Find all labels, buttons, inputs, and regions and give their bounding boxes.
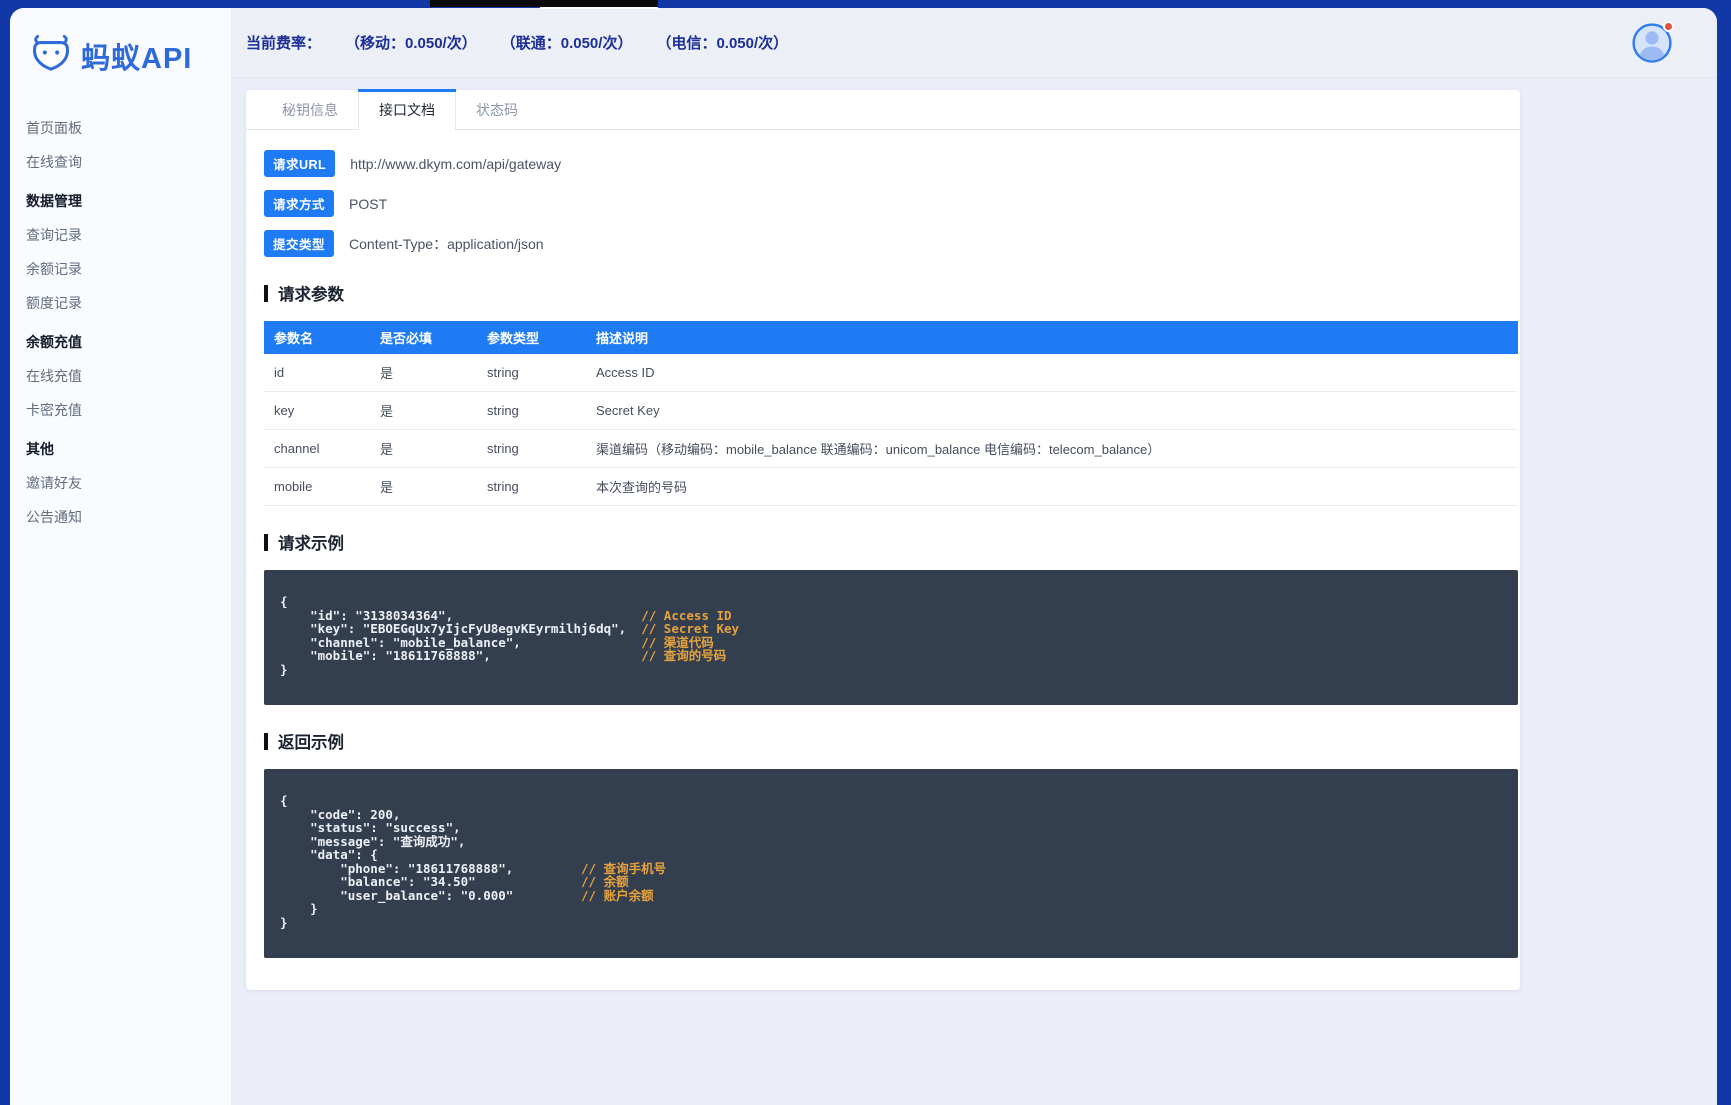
- params-table: 参数名 是否必填 参数类型 描述说明 id 是 string Access ID key 是 st…: [264, 321, 1518, 506]
- tab-status-codes[interactable]: 状态码: [456, 90, 538, 130]
- sidebar-section-6: 余额充值: [26, 334, 82, 350]
- table-cell: 是: [370, 429, 477, 468]
- browser-artifact-line: [540, 7, 658, 9]
- browser-artifact-bar: [430, 0, 658, 7]
- request-info-list: 请求URL http://www.dkym.com/api/gateway 请求方式…: [264, 150, 1518, 257]
- request-info-row-0: 请求URL http://www.dkym.com/api/gateway: [264, 150, 1518, 177]
- table-row: key 是 string Secret Key: [264, 391, 1518, 430]
- params-table-header-row: 参数名 是否必填 参数类型 描述说明: [264, 321, 1518, 354]
- section-title-response-example: 返回示例: [264, 729, 1518, 753]
- section-marker: [264, 533, 268, 551]
- request-info-value: http://www.dkym.com/api/gateway: [350, 155, 562, 172]
- tab-api-docs[interactable]: 接口文档: [358, 89, 456, 130]
- sidebar-item-10[interactable]: 邀请好友: [26, 466, 231, 500]
- code-line: "code": 200,: [280, 806, 401, 822]
- sidebar-item-3[interactable]: 查询记录: [26, 218, 231, 252]
- code-line: "phone": "18611768888", // 查询手机号: [280, 860, 667, 876]
- table-cell: 是: [370, 354, 477, 392]
- table-cell: id: [264, 354, 370, 392]
- code-line: "data": {: [280, 847, 378, 862]
- sidebar-item-5[interactable]: 额度记录: [26, 286, 231, 320]
- sidebar-menu: 首页面板 在线查询数据管理查询记录 余额记录 额度记录余额充值在线充值 卡密充值其他邀请…: [10, 111, 231, 534]
- table-cell: mobile: [264, 467, 370, 506]
- rate-label: 当前费率：: [246, 35, 322, 52]
- table-header-cell: 描述说明: [586, 321, 1518, 354]
- tab-key-info[interactable]: 秘钥信息: [262, 90, 358, 130]
- table-cell: key: [264, 391, 370, 430]
- table-row: id 是 string Access ID: [264, 354, 1518, 392]
- request-info-value: POST: [349, 195, 388, 212]
- rate-bar: 当前费率： （移动：0.050/次） （联通：0.050/次） （电信：0.050/…: [246, 32, 788, 53]
- sidebar-section-2: 数据管理: [26, 193, 82, 209]
- user-icon: [1632, 22, 1672, 67]
- code-comment: // 账户余额: [581, 887, 654, 903]
- rate-item-0: （移动：0.050/次）: [345, 35, 477, 52]
- table-cell: channel: [264, 429, 370, 468]
- sidebar-item-11[interactable]: 公告通知: [26, 500, 231, 534]
- table-cell: string: [477, 467, 586, 506]
- section-title-request-params: 请求参数: [264, 281, 1518, 305]
- section-marker: [264, 284, 268, 302]
- table-cell: 渠道编码（移动编码：mobile_balance 联通编码：unicom_bal…: [586, 429, 1518, 468]
- request-info-badge: 提交类型: [264, 230, 335, 257]
- request-info-row-2: 提交类型 Content-Type：application/json: [264, 230, 1518, 257]
- request-info-row-1: 请求方式 POST: [264, 190, 1518, 217]
- logo: 蚂蚁API: [10, 8, 231, 77]
- table-cell: Secret Key: [586, 391, 1518, 430]
- code-line: "user_balance": "0.000" // 账户余额: [280, 887, 654, 903]
- sidebar: 蚂蚁API 首页面板 在线查询数据管理查询记录 余额记录 额度记录余额充值在线充值 卡密…: [10, 8, 232, 1105]
- code-line: "mobile": "18611768888", // 查询的号码: [280, 648, 727, 663]
- code-comment: // 查询的号码: [641, 648, 727, 663]
- ant-logo-icon: [28, 34, 74, 77]
- code-line: "key": "EBOEGqUx7yIjcFyU8egvKEyrmilhj6dq…: [280, 621, 740, 636]
- code-line: "channel": "mobile_balance", // 渠道代码: [280, 634, 714, 650]
- main-area: 当前费率： （移动：0.050/次） （联通：0.050/次） （电信：0.050/…: [232, 8, 1717, 1105]
- request-info-badge: 请求方式: [264, 190, 335, 217]
- table-header-cell: 参数名: [264, 321, 370, 354]
- tab-header: 秘钥信息 接口文档 状态码: [246, 89, 1520, 130]
- code-line: {: [280, 594, 288, 609]
- code-line: "id": "3138034364", // Access ID: [280, 607, 732, 623]
- table-row: channel 是 string 渠道编码（移动编码：mobile_balance 联…: [264, 429, 1518, 468]
- topbar: 当前费率： （移动：0.050/次） （联通：0.050/次） （电信：0.050/…: [232, 8, 1717, 78]
- sidebar-item-0[interactable]: 首页面板: [26, 111, 231, 145]
- rate-item-1: （联通：0.050/次）: [500, 35, 633, 52]
- code-line: "message": "查询成功",: [280, 833, 466, 849]
- table-cell: string: [477, 391, 586, 430]
- table-cell: 本次查询的号码: [586, 467, 1518, 506]
- rate-item-2: （电信：0.050/次）: [656, 35, 789, 52]
- request-example-code: { "id": "3138034364", // Access ID "key"…: [264, 570, 1518, 705]
- table-cell: string: [477, 354, 586, 392]
- request-info-value: Content-Type：application/json: [349, 235, 544, 252]
- api-doc-card: 秘钥信息 接口文档 状态码 请求URL http://www.dkym.com/api…: [246, 89, 1520, 990]
- table-cell: string: [477, 429, 586, 468]
- sidebar-item-7[interactable]: 在线充值: [26, 359, 231, 393]
- section-title-request-example: 请求示例: [264, 530, 1518, 554]
- table-cell: 是: [370, 467, 477, 506]
- app-window: 蚂蚁API 首页面板 在线查询数据管理查询记录 余额记录 额度记录余额充值在线充值 卡密…: [10, 8, 1717, 1105]
- card-body: 请求URL http://www.dkym.com/api/gateway 请求方式…: [246, 130, 1520, 990]
- request-info-badge: 请求URL: [264, 150, 336, 177]
- content-area: 秘钥信息 接口文档 状态码 请求URL http://www.dkym.com/api…: [232, 78, 1717, 1105]
- code-line: "balance": "34.50" // 余额: [280, 874, 629, 889]
- table-row: mobile 是 string 本次查询的号码: [264, 467, 1518, 506]
- code-line: }: [280, 661, 288, 677]
- notification-dot: [1663, 20, 1674, 32]
- logo-text: 蚂蚁API: [81, 42, 193, 75]
- code-line: "status": "success",: [280, 820, 461, 835]
- response-example-code: { "code": 200, "status": "success", "mes…: [264, 769, 1518, 958]
- sidebar-section-9: 其他: [26, 441, 54, 457]
- code-line: }: [280, 914, 288, 930]
- table-header-cell: 参数类型: [477, 321, 586, 354]
- section-marker: [264, 732, 268, 750]
- sidebar-item-1[interactable]: 在线查询: [26, 145, 231, 179]
- table-cell: Access ID: [586, 354, 1518, 392]
- code-line: }: [280, 901, 318, 916]
- sidebar-item-8[interactable]: 卡密充值: [26, 393, 231, 427]
- table-header-cell: 是否必填: [370, 321, 477, 354]
- table-cell: 是: [370, 391, 477, 430]
- sidebar-item-4[interactable]: 余额记录: [26, 252, 231, 286]
- user-avatar[interactable]: [1632, 20, 1674, 63]
- code-line: {: [280, 793, 288, 808]
